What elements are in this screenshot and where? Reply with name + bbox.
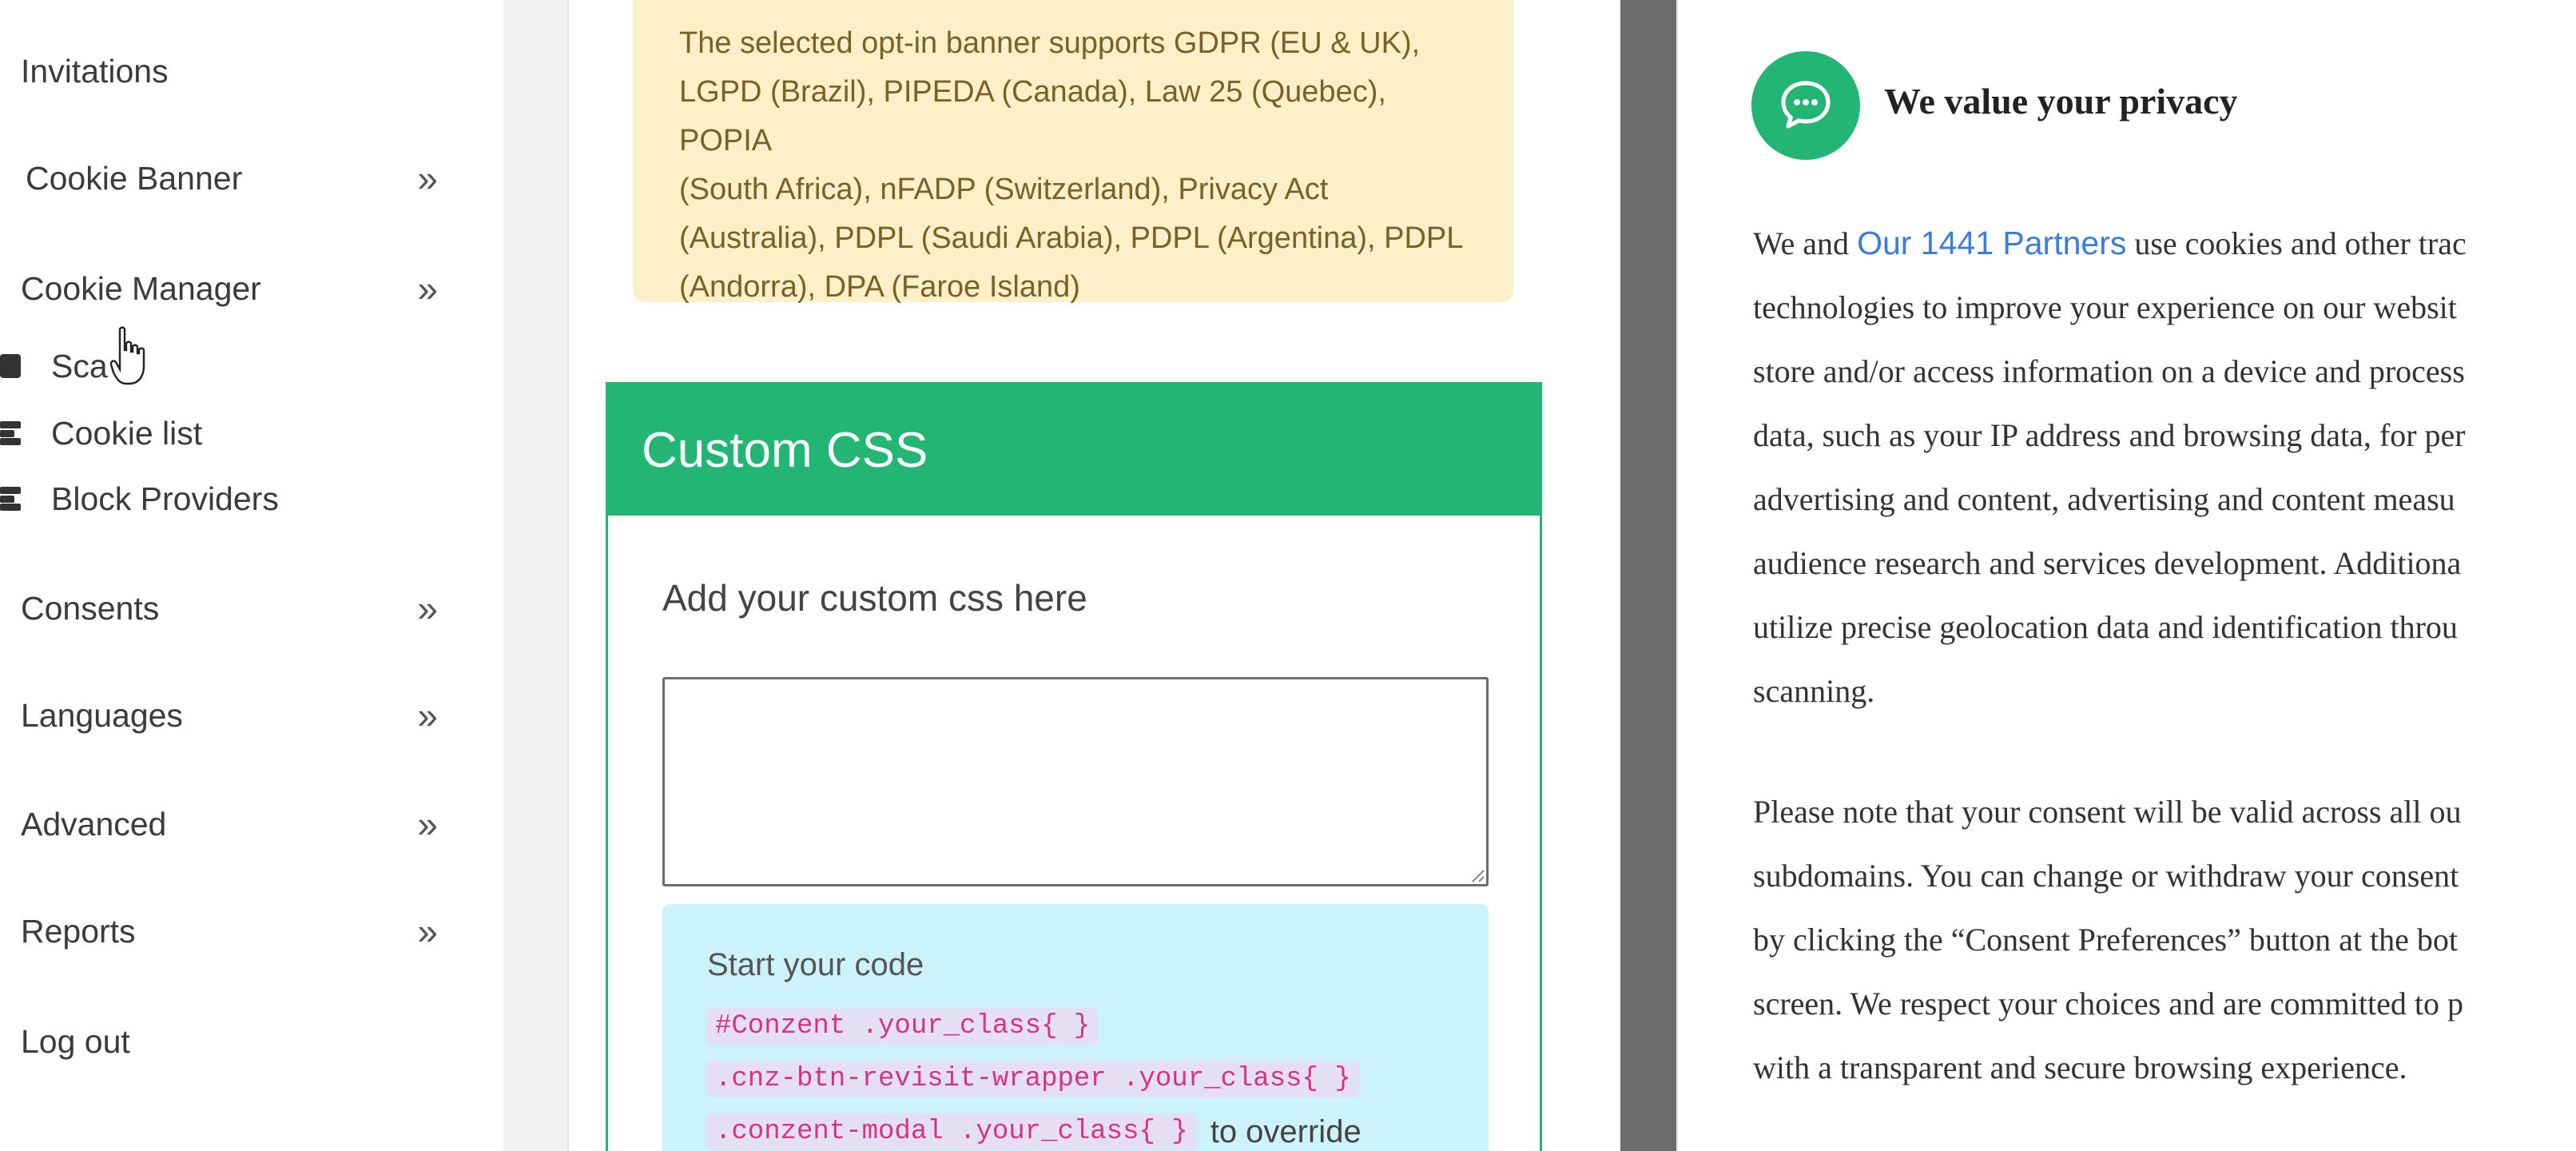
preview-line: store and/or access information on a dev…	[1753, 353, 2465, 389]
compliance-notice: The selected opt-in banner supports GDPR…	[633, 0, 1513, 304]
app-root: Invitations Cookie Banner » Cookie Manag…	[0, 0, 2576, 1151]
preview-title: We value your privacy	[1884, 81, 2238, 121]
sidebar-subitem-scan[interactable]: Sca	[0, 342, 471, 390]
preview-line: scanning.	[1753, 673, 1875, 709]
preview-line: utilize precise geolocation data and ide…	[1753, 609, 2458, 645]
block-icon	[0, 487, 22, 511]
preview-line: subdomains. You can change or withdraw y…	[1753, 858, 2459, 894]
scan-icon	[0, 354, 22, 378]
preview-line: data, such as your IP address and browsi…	[1753, 417, 2466, 453]
hint-title: Start your code	[707, 947, 924, 982]
chevron-right-icon: »	[417, 587, 437, 629]
notice-line: (Australia), PDPL (Saudi Arabia), PDPL (…	[679, 221, 1464, 255]
code-hint-line: .cnz-btn-revisit-wrapper .your_class{ }	[707, 1053, 1489, 1105]
chevron-right-icon: »	[417, 268, 437, 309]
custom-css-title: Custom CSS	[608, 384, 1540, 516]
sidebar-item-label: Invitations	[21, 52, 169, 90]
hand-cursor-icon	[110, 326, 145, 385]
sidebar-item-label: Consents	[21, 589, 160, 627]
sidebar-subitem-label: Cookie list	[51, 414, 203, 452]
chevron-right-icon: »	[417, 803, 437, 845]
notice-line: (South Africa), nFADP (Switzerland), Pri…	[679, 173, 1329, 206]
list-icon	[0, 421, 22, 445]
sidebar-item-label: Advanced	[21, 805, 167, 842]
preview-line: technologies to improve your experience …	[1753, 289, 2457, 325]
custom-css-card: Custom CSS Add your custom css here Star…	[606, 382, 1542, 1151]
preview-paragraph-1: We and Our 1441 Partners use cookies and…	[1753, 211, 2576, 723]
notice-line: (Andorra), DPA (Faroe Island)	[679, 270, 1080, 304]
preview-line: by clicking the “Consent Preferences” bu…	[1753, 922, 2458, 958]
sidebar-item-cookie-banner[interactable]: Cookie Banner »	[0, 150, 471, 206]
partners-link[interactable]: Our 1441 Partners	[1857, 225, 2126, 261]
code-hint-line: #Conzent .your_class{ }	[707, 1000, 1489, 1053]
chevron-right-icon: »	[417, 157, 437, 199]
sidebar-item-cookie-manager[interactable]: Cookie Manager »	[0, 261, 471, 317]
sidebar-subitem-label: Sca	[51, 347, 108, 384]
preview-line: audience research and services developme…	[1753, 545, 2462, 581]
sidebar-subitem-block-providers[interactable]: Block Providers	[0, 475, 471, 523]
preview-line: advertising and content, advertising and…	[1753, 481, 2455, 517]
code-snippet: .cnz-btn-revisit-wrapper .your_class{ }	[707, 1061, 1359, 1097]
sidebar: Invitations Cookie Banner » Cookie Manag…	[0, 0, 503, 1151]
sidebar-subitem-label: Block Providers	[51, 480, 279, 517]
code-hint-line: .conzent-modal .your_class{ } to overrid…	[707, 1105, 1489, 1151]
sidebar-subitem-cookie-list[interactable]: Cookie list	[0, 409, 471, 457]
sidebar-item-label: Languages	[21, 696, 183, 734]
preview-line: screen. We respect your choices and are …	[1753, 986, 2464, 1022]
chevron-right-icon: »	[417, 910, 437, 952]
custom-css-input[interactable]	[662, 677, 1489, 886]
code-snippet: #Conzent .your_class{ }	[707, 1008, 1099, 1045]
chevron-right-icon: »	[417, 695, 437, 736]
preview-gutter	[1620, 0, 1676, 1151]
preview-line: We and Our 1441 Partners use cookies and…	[1753, 211, 2576, 276]
code-hint-box: Start your code #Conzent .your_class{ } …	[662, 904, 1489, 1151]
resize-handle-icon[interactable]	[1469, 867, 1485, 883]
preview-text: We and	[1753, 225, 1858, 261]
preview-line: Please note that your consent will be va…	[1753, 794, 2462, 830]
sidebar-item-reports[interactable]: Reports »	[0, 903, 471, 959]
sidebar-item-label: Cookie Manager	[21, 269, 261, 307]
code-snippet: .conzent-modal .your_class{ }	[707, 1113, 1196, 1150]
sidebar-item-label: Reports	[21, 912, 136, 950]
privacy-banner-preview: We value your privacy We and Our 1441 Pa…	[1676, 0, 2576, 1151]
custom-css-label: Add your custom css here	[662, 577, 1087, 619]
sidebar-item-logout[interactable]: Log out	[0, 1014, 471, 1069]
content-gutter	[503, 0, 569, 1151]
notice-line: The selected opt-in banner supports GDPR…	[679, 26, 1421, 60]
code-hint-suffix: to override	[1210, 1113, 1362, 1149]
notice-line: LGPD (Brazil), PIPEDA (Canada), Law 25 (…	[679, 75, 1386, 157]
sidebar-item-label: Cookie Banner	[26, 159, 243, 197]
preview-line: with a transparent and secure browsing e…	[1753, 1049, 2407, 1085]
settings-panel: The selected opt-in banner supports GDPR…	[569, 0, 1620, 1151]
chat-bubble-icon	[1751, 51, 1860, 160]
preview-text: use cookies and other trac	[2126, 225, 2467, 261]
preview-paragraph-2: Please note that your consent will be va…	[1753, 780, 2576, 1100]
sidebar-item-invitations[interactable]: Invitations	[0, 43, 471, 99]
sidebar-item-label: Log out	[21, 1022, 130, 1060]
sidebar-item-languages[interactable]: Languages »	[0, 687, 471, 743]
sidebar-item-advanced[interactable]: Advanced »	[0, 796, 471, 852]
sidebar-item-consents[interactable]: Consents »	[0, 580, 471, 636]
